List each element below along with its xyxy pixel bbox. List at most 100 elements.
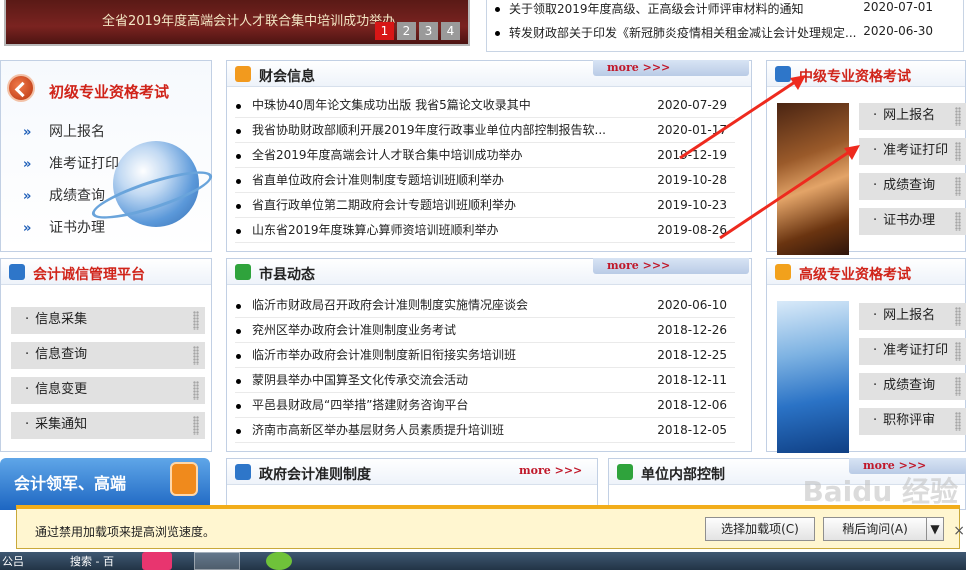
choose-addons-button[interactable]: 选择加载项(C) [705, 517, 815, 541]
chart-image [777, 301, 849, 453]
close-icon[interactable]: × [953, 523, 965, 539]
top-news-list: 关于领取2019年度高级、正高级会计师评审材料的通知 2020-07-01 转发财… [486, 0, 964, 52]
list-item[interactable]: 全省2019年度高端会计人才联合集中培训成功举办 2019-12-19 [235, 143, 735, 168]
mid-link-ticket[interactable]: · 准考证打印 [859, 138, 966, 165]
mid-link-register[interactable]: · 网上报名 [859, 103, 966, 130]
list-item[interactable]: 山东省2019年度珠算心算师资培训班顺利举办 2019-08-26 [235, 218, 735, 243]
panel-title: 市县动态 [259, 267, 315, 283]
senior-link-register[interactable]: · 网上报名 [859, 303, 966, 330]
carousel-page-3[interactable]: 3 [419, 22, 438, 40]
chevron-down-icon[interactable]: ▼ [926, 517, 944, 541]
bullet-icon: · [873, 343, 878, 358]
browser-icon[interactable] [194, 552, 240, 570]
grid-icon [235, 464, 251, 480]
list-icon [9, 264, 25, 280]
panel-header: 高级专业资格考试 [767, 259, 965, 285]
double-chevron-icon: » [23, 189, 32, 204]
finance-news-panel: 财会信息 more >>> 中珠协40周年论文集成功出版 我省5篇论文收录其中 2… [226, 60, 752, 252]
promo-text: 会计领军、高端 [14, 474, 127, 493]
taskbar-search-item[interactable]: 搜索 - 百 [70, 552, 114, 570]
carousel-pager: 1 2 3 4 [375, 22, 460, 40]
bullet-icon: · [25, 417, 30, 432]
junior-link-certificate[interactable]: » 证书办理 [23, 213, 119, 245]
panel-header: 会计诚信管理平台 [1, 259, 211, 285]
mid-exam-panel: 中级专业资格考试 · 网上报名 · 准考证打印 · 成绩查询 · 证书办理 [766, 60, 966, 255]
exam-badge-icon [7, 74, 35, 102]
app-icon[interactable] [142, 552, 172, 570]
list-item[interactable]: 我省协助财政部顺利开展2019年度行政事业单位内部控制报告软... 2020-01… [235, 118, 735, 143]
list-item[interactable]: 临沂市财政局召开政府会计准则制度实施情况座谈会 2020-06-10 [235, 293, 735, 318]
carousel-page-2[interactable]: 2 [397, 22, 416, 40]
addon-notification-bar: 通过禁用加载项来提高浏览速度。 选择加载项(C) 稍后询问(A) ▼ × [16, 505, 965, 549]
bullet-icon: · [873, 143, 878, 158]
double-chevron-icon: » [23, 157, 32, 172]
mid-link-certificate[interactable]: · 证书办理 [859, 208, 966, 235]
panel-title: 高级专业资格考试 [799, 267, 911, 283]
carousel-page-4[interactable]: 4 [441, 22, 460, 40]
trophy-icon [170, 462, 198, 496]
promo-banner[interactable]: 会计领军、高端 [0, 458, 210, 510]
list-item[interactable]: 关于领取2019年度高级、正高级会计师评审材料的通知 2020-07-01 [495, 0, 955, 17]
senior-exam-panel: 高级专业资格考试 · 网上报名 · 准考证打印 · 成绩查询 · 职称评审 [766, 258, 966, 453]
credit-platform-panel: 会计诚信管理平台 · 信息采集 · 信息查询 · 信息变更 · 采集通知 [0, 258, 212, 452]
bullet-icon: · [25, 382, 30, 397]
panel-title: 政府会计准则制度 [259, 467, 371, 483]
senior-link-ticket[interactable]: · 准考证打印 [859, 338, 966, 365]
panel-title: 单位内部控制 [641, 467, 725, 483]
list-item[interactable]: 中珠协40周年论文集成功出版 我省5篇论文收录其中 2020-07-29 [235, 93, 735, 118]
double-chevron-icon: » [23, 125, 32, 140]
bullet-icon: · [873, 108, 878, 123]
bullet-icon: · [25, 347, 30, 362]
star-icon [775, 264, 791, 280]
junior-link-register[interactable]: » 网上报名 [23, 117, 119, 149]
more-link[interactable]: more >>> [593, 258, 749, 274]
junior-link-ticket[interactable]: » 准考证打印 [23, 149, 119, 181]
bullet-icon: · [25, 312, 30, 327]
watermark-logo: Baidu 经验 [802, 475, 958, 508]
bullet-icon: · [873, 178, 878, 193]
junior-exam-panel: 初级专业资格考试 » 网上报名 » 准考证打印 » 成绩查询 » 证书办理 [0, 60, 212, 252]
taskbar: 公吕 搜索 - 百 [0, 552, 966, 570]
credit-link-change[interactable]: · 信息变更 [11, 377, 205, 404]
list-item[interactable]: 省直单位政府会计准则制度专题培训班顺利举办 2019-10-28 [235, 168, 735, 193]
image-icon [235, 66, 251, 82]
list-item[interactable]: 省直行政单位第二期政府会计专题培训班顺利举办 2019-10-23 [235, 193, 735, 218]
county-news-panel: 市县动态 more >>> 临沂市财政局召开政府会计准则制度实施情况座谈会 202… [226, 258, 752, 452]
bullet-icon: · [873, 378, 878, 393]
bullet-icon: · [873, 308, 878, 323]
credit-link-query[interactable]: · 信息查询 [11, 342, 205, 369]
carousel-page-1[interactable]: 1 [375, 22, 394, 40]
chart-icon [617, 464, 633, 480]
panel-title: 财会信息 [259, 69, 315, 85]
credit-link-notice[interactable]: · 采集通知 [11, 412, 205, 439]
gov-standards-panel: 政府会计准则制度 more >>> [226, 458, 598, 510]
senior-link-review[interactable]: · 职称评审 [859, 408, 966, 435]
credit-link-collect[interactable]: · 信息采集 [11, 307, 205, 334]
grid-icon [775, 66, 791, 82]
panel-title: 中级专业资格考试 [799, 69, 911, 85]
list-item[interactable]: 转发财政部关于印发《新冠肺炎疫情相关租金减让会计处理规定... 2020-06-3… [495, 24, 955, 41]
list-item[interactable]: 蒙阴县举办中国算圣文化传承交流会活动 2018-12-11 [235, 368, 735, 393]
list-item[interactable]: 济南市高新区举办基层财务人员素质提升培训班 2018-12-05 [235, 418, 735, 443]
more-link[interactable]: more >>> [593, 60, 749, 76]
bullet-icon [495, 31, 500, 36]
taskbar-label: 公吕 [2, 555, 24, 568]
ask-later-button[interactable]: 稍后询问(A) [823, 517, 927, 541]
chat-icon[interactable] [266, 552, 292, 570]
panel-title: 会计诚信管理平台 [33, 267, 145, 283]
senior-link-score[interactable]: · 成绩查询 [859, 373, 966, 400]
home-icon [235, 264, 251, 280]
headline-carousel[interactable]: 全省2019年度高端会计人才联合集中培训成功举办 1 2 3 4 [4, 0, 470, 46]
panel-header: 政府会计准则制度 more >>> [227, 459, 597, 485]
notification-message: 通过禁用加载项来提高浏览速度。 [35, 525, 216, 539]
list-item[interactable]: 兖州区举办政府会计准则制度业务考试 2018-12-26 [235, 318, 735, 343]
bullet-icon [495, 7, 500, 12]
mid-link-score[interactable]: · 成绩查询 [859, 173, 966, 200]
list-item[interactable]: 平邑县财政局“四举措”搭建财务咨询平台 2018-12-06 [235, 393, 735, 418]
more-link[interactable]: more >>> [519, 464, 582, 477]
globe-icon [113, 141, 199, 227]
abacus-image [777, 103, 849, 255]
junior-link-score[interactable]: » 成绩查询 [23, 181, 119, 213]
carousel-caption[interactable]: 全省2019年度高端会计人才联合集中培训成功举办 [102, 10, 395, 29]
list-item[interactable]: 临沂市举办政府会计准则制度新旧衔接实务培训班 2018-12-25 [235, 343, 735, 368]
